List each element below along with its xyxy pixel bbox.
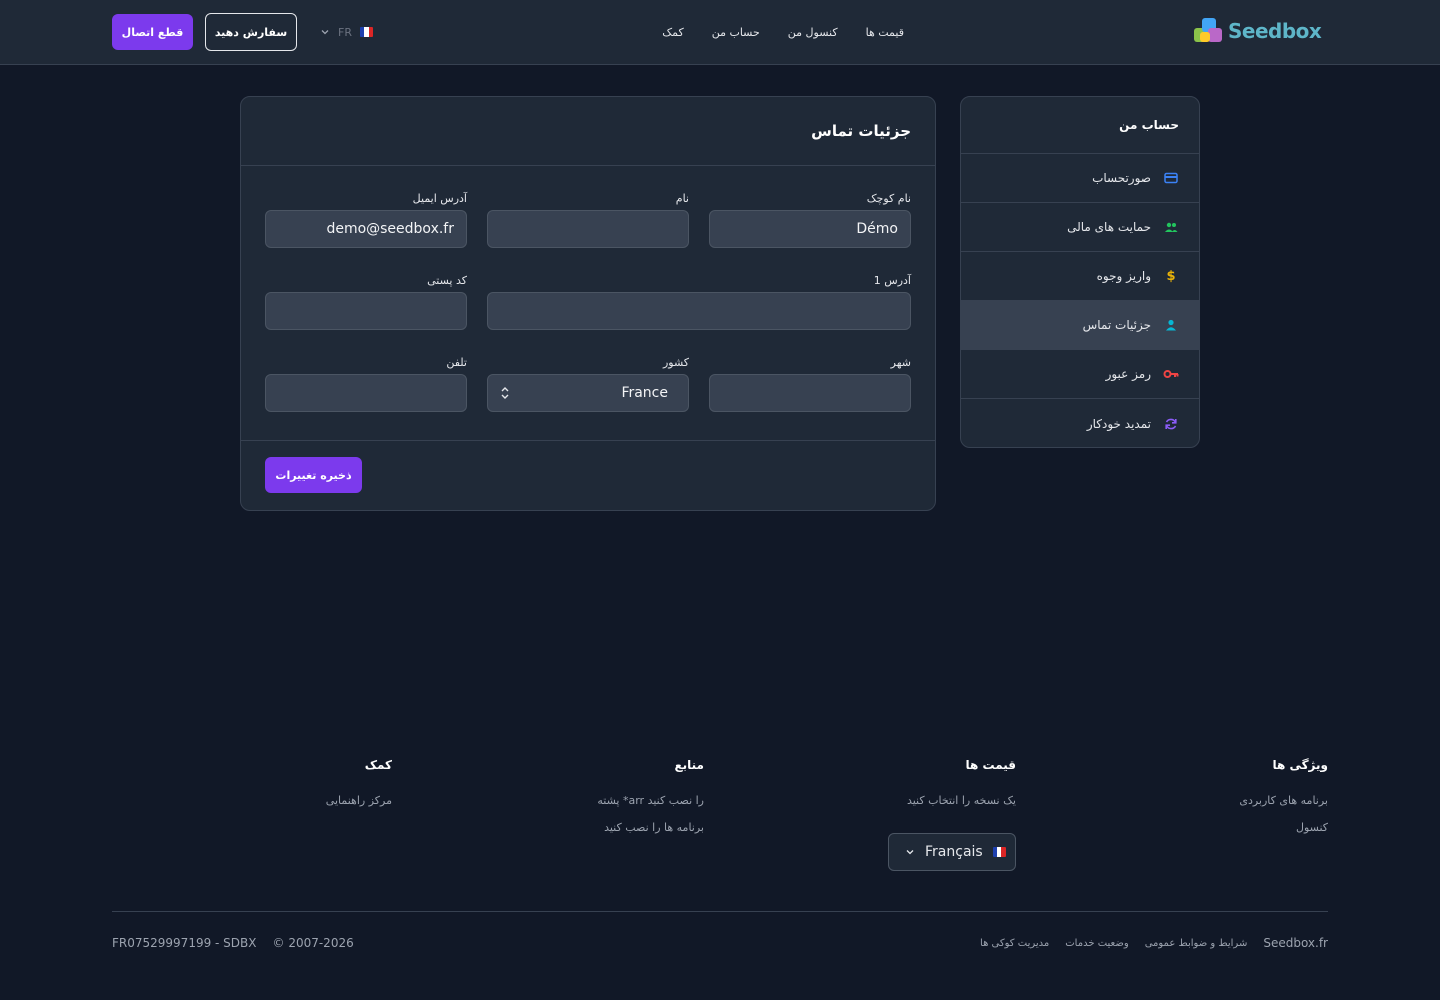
card-footer: ذخیره تغییرات bbox=[241, 440, 935, 510]
footer-pricing-title: قیمت ها bbox=[965, 758, 1016, 772]
sidebar-item-contact[interactable]: جزئیات تماس bbox=[961, 301, 1199, 350]
last-name-label: نام bbox=[675, 192, 689, 205]
phone-label: تلفن bbox=[446, 356, 467, 369]
sidebar-item-label: صورتحساب bbox=[1092, 171, 1151, 185]
email-label: آدرس ایمیل bbox=[412, 192, 467, 205]
city-group: شهر bbox=[709, 356, 911, 412]
footer-language-select[interactable]: Français bbox=[888, 833, 1016, 871]
main-nav: قیمت ها کنسول من حساب من کمک bbox=[662, 0, 904, 64]
account-sidebar: حساب من صورتحساب حمایت های مالی واریز وج… bbox=[960, 96, 1200, 448]
nav-pricing[interactable]: قیمت ها bbox=[866, 26, 904, 39]
first-name-group: نام کوچک Démo bbox=[709, 192, 911, 248]
user-icon bbox=[1163, 317, 1179, 333]
sidebar-title: حساب من bbox=[961, 97, 1199, 154]
card-title: جزئیات تماس bbox=[241, 97, 935, 166]
city-field[interactable] bbox=[709, 374, 911, 412]
email-field[interactable]: demo@seedbox.fr bbox=[265, 210, 467, 248]
phone-field[interactable] bbox=[265, 374, 467, 412]
sidebar-item-label: رمز عبور bbox=[1105, 367, 1151, 381]
country-value: France bbox=[621, 385, 668, 401]
footer-features: ویژگی ها برنامه های کاربردی کنسول bbox=[1239, 758, 1328, 848]
language-switcher[interactable]: FR bbox=[320, 22, 373, 42]
sidebar-item-sponsorship[interactable]: حمایت های مالی bbox=[961, 203, 1199, 252]
city-label: شهر bbox=[890, 356, 911, 369]
footer-link-cookies[interactable]: مدیریت کوکی ها bbox=[980, 938, 1049, 949]
footer-language-value: Français bbox=[925, 844, 983, 860]
contact-details-card: جزئیات تماس نام کوچک Démo نام آدرس ایمیل… bbox=[240, 96, 936, 511]
nav-account[interactable]: حساب من bbox=[712, 26, 760, 39]
logo-text: Seedbox bbox=[1228, 19, 1322, 43]
last-name-field[interactable] bbox=[487, 210, 689, 248]
order-button[interactable]: سفارش دهید bbox=[205, 13, 297, 51]
company-id: FR07529997199 - SDBX bbox=[112, 936, 257, 950]
footer-features-title: ویژگی ها bbox=[1272, 758, 1328, 772]
france-flag-icon bbox=[359, 27, 373, 37]
last-name-group: نام bbox=[487, 192, 689, 248]
sidebar-item-auto-renew[interactable]: تمدید خودکار bbox=[961, 399, 1199, 447]
footer-pricing: قیمت ها یک نسخه را انتخاب کنید bbox=[907, 758, 1016, 821]
footer-help: کمک مرکز راهنمایی bbox=[326, 758, 392, 821]
address-group: آدرس 1 bbox=[487, 274, 911, 330]
footer-help-title: کمک bbox=[364, 758, 392, 772]
country-group: کشور France bbox=[487, 356, 689, 412]
copyright-text: © 2007-2026 bbox=[272, 936, 354, 950]
country-label: کشور bbox=[662, 356, 689, 369]
postal-code-group: کد پستی bbox=[265, 274, 467, 330]
footer-link-choose-plan[interactable]: یک نسخه را انتخاب کنید bbox=[907, 794, 1016, 807]
refresh-icon bbox=[1163, 416, 1179, 432]
footer-link-install-apps[interactable]: برنامه ها را نصب کنید bbox=[597, 821, 704, 834]
seedbox-logo[interactable]: Seedbox bbox=[1192, 14, 1322, 48]
language-code: FR bbox=[338, 25, 352, 39]
france-flag-icon bbox=[992, 847, 1006, 857]
credit-card-icon bbox=[1163, 170, 1179, 186]
footer-link-help-center[interactable]: مرکز راهنمایی bbox=[326, 794, 392, 807]
save-button[interactable]: ذخیره تغییرات bbox=[265, 457, 362, 493]
email-group: آدرس ایمیل demo@seedbox.fr bbox=[265, 192, 467, 248]
footer-copyright: FR07529997199 - SDBX © 2007-2026 bbox=[112, 936, 354, 950]
sidebar-item-billing[interactable]: صورتحساب bbox=[961, 154, 1199, 203]
logo-cube-icon bbox=[1192, 14, 1226, 48]
postal-code-field[interactable] bbox=[265, 292, 467, 330]
select-arrows-icon bbox=[501, 387, 509, 399]
footer-link-arr-stack[interactable]: پشته *arr را نصب کنید bbox=[597, 794, 704, 807]
dollar-icon: $ bbox=[1166, 268, 1176, 284]
users-icon bbox=[1163, 219, 1179, 235]
footer-divider bbox=[112, 911, 1328, 912]
footer-resources: منابع پشته *arr را نصب کنید برنامه ها را… bbox=[597, 758, 704, 848]
postal-code-label: کد پستی bbox=[427, 274, 467, 287]
country-select[interactable]: France bbox=[487, 374, 689, 412]
footer-link-terms[interactable]: شرایط و ضوابط عمومی bbox=[1145, 938, 1248, 949]
first-name-field[interactable]: Démo bbox=[709, 210, 911, 248]
footer-resources-title: منابع bbox=[674, 758, 704, 772]
sidebar-item-label: واریز وجوه bbox=[1096, 269, 1151, 283]
address-field[interactable] bbox=[487, 292, 911, 330]
footer-link-status[interactable]: وضعیت خدمات bbox=[1065, 938, 1128, 949]
sidebar-item-label: حمایت های مالی bbox=[1067, 220, 1151, 234]
sidebar-item-label: تمدید خودکار bbox=[1086, 416, 1151, 431]
key-icon bbox=[1163, 366, 1179, 382]
address-label: آدرس 1 bbox=[873, 274, 911, 287]
chevron-down-icon bbox=[906, 850, 914, 855]
footer-bottom-links: Seedbox.fr شرایط و ضوابط عمومی وضعیت خدم… bbox=[980, 936, 1328, 950]
footer-link-apps[interactable]: برنامه های کاربردی bbox=[1239, 794, 1328, 807]
nav-console[interactable]: کنسول من bbox=[788, 26, 838, 39]
phone-group: تلفن bbox=[265, 356, 467, 412]
first-name-label: نام کوچک bbox=[866, 192, 911, 205]
footer-link-seedbox[interactable]: Seedbox.fr bbox=[1263, 936, 1328, 950]
logout-button[interactable]: قطع اتصال bbox=[112, 14, 193, 50]
nav-help[interactable]: کمک bbox=[662, 26, 683, 39]
sidebar-item-label: جزئیات تماس bbox=[1082, 318, 1151, 332]
footer-link-console[interactable]: کنسول bbox=[1239, 821, 1328, 834]
sidebar-item-password[interactable]: رمز عبور bbox=[961, 350, 1199, 399]
top-header: Seedbox قیمت ها کنسول من حساب من کمک FR … bbox=[0, 0, 1440, 65]
sidebar-item-deposit[interactable]: واریز وجوه $ bbox=[961, 252, 1199, 301]
chevron-down-icon bbox=[321, 30, 329, 35]
